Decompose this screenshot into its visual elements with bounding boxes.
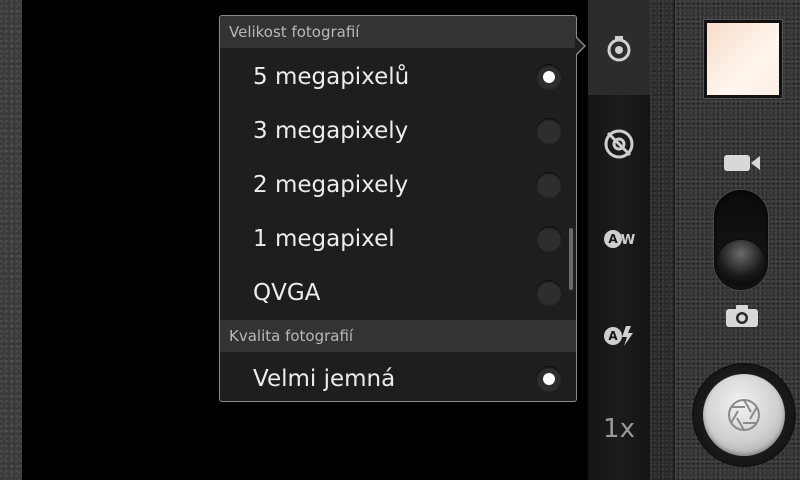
white-balance-indicator[interactable]: A W [588, 214, 650, 264]
settings-indicator-bar: A W A 1x [588, 0, 650, 480]
section-header-picture-size: Velikost fotografií [220, 16, 576, 48]
svg-text:A: A [608, 232, 618, 246]
option-3-megapixels[interactable]: 3 megapixely [220, 104, 576, 158]
svg-text:W: W [621, 233, 635, 248]
popup-scrollbar[interactable] [569, 228, 573, 290]
flash-indicator[interactable]: A [588, 310, 650, 362]
option-label: 3 megapixely [253, 118, 409, 144]
radio-button[interactable] [536, 280, 562, 306]
option-5-megapixels[interactable]: 5 megapixelů [220, 50, 576, 104]
radio-button[interactable] [536, 226, 562, 252]
popup-pointer-fill [575, 37, 584, 55]
shutter-button[interactable] [703, 374, 785, 456]
radio-button[interactable] [536, 172, 562, 198]
option-1-megapixel[interactable]: 1 megapixel [220, 212, 576, 266]
option-label: Velmi jemná [253, 366, 396, 392]
section-header-picture-quality: Kvalita fotografií [220, 320, 576, 352]
shutter-button-ring [694, 365, 794, 465]
zoom-level-label: 1x [603, 414, 635, 444]
picture-size-indicator[interactable] [588, 0, 650, 95]
option-label: 1 megapixel [253, 226, 395, 252]
picture-settings-popup: Velikost fotografií 5 megapixelů 3 megap… [219, 15, 577, 402]
option-super-fine[interactable]: Velmi jemná [220, 352, 576, 401]
last-photo-thumbnail[interactable] [704, 20, 782, 98]
option-label: 5 megapixelů [253, 64, 410, 90]
photo-camera-icon[interactable] [724, 303, 760, 329]
zoom-indicator[interactable]: 1x [588, 405, 650, 453]
option-label: QVGA [253, 280, 321, 306]
auto-white-balance-icon: A W [604, 230, 635, 248]
auto-flash-icon: A [604, 326, 633, 346]
radio-button[interactable] [536, 118, 562, 144]
camera-control-panel [650, 0, 800, 480]
camera-mode-switch[interactable] [714, 190, 768, 290]
video-camera-icon[interactable] [722, 152, 762, 174]
picture-size-icon [607, 35, 631, 61]
left-frame-strip [0, 0, 22, 480]
location-off-icon [604, 129, 634, 159]
radio-button-checked[interactable] [536, 64, 562, 90]
option-label: 2 megapixely [253, 172, 409, 198]
mode-switch-knob[interactable] [717, 240, 765, 286]
location-indicator[interactable] [588, 118, 650, 170]
option-2-megapixels[interactable]: 2 megapixely [220, 158, 576, 212]
radio-button-checked[interactable] [536, 366, 562, 392]
shutter-aperture-icon [728, 399, 760, 431]
option-qvga[interactable]: QVGA [220, 266, 576, 320]
svg-text:A: A [608, 329, 618, 343]
